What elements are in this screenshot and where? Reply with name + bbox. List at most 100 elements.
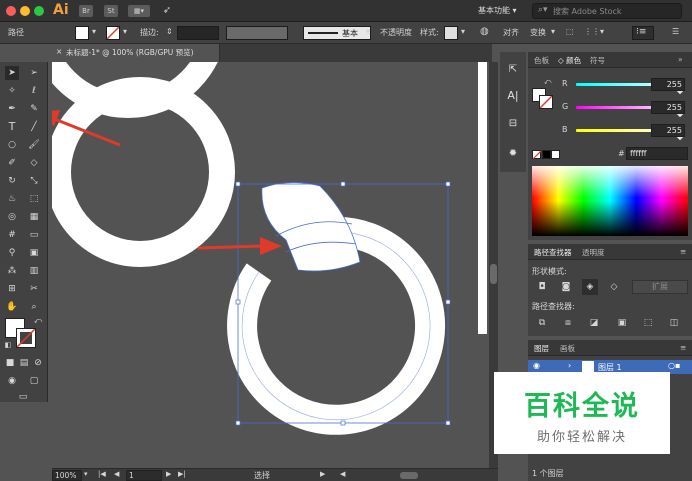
line-segment-tool-icon[interactable]: ╱: [27, 120, 41, 134]
blend-tool-icon[interactable]: ▣: [27, 246, 41, 260]
artboard-canvas[interactable]: [52, 62, 488, 468]
align-button[interactable]: 对齐: [503, 27, 519, 38]
magic-wand-tool-icon[interactable]: ✧: [5, 84, 19, 98]
isolate-object-icon[interactable]: ⬚: [566, 27, 574, 36]
stock-button[interactable]: St: [104, 5, 118, 17]
scroll-left-icon[interactable]: ◀: [340, 470, 345, 478]
unite-button-icon[interactable]: ◘: [534, 279, 550, 295]
status-menu-icon[interactable]: ▶: [320, 470, 325, 478]
minus-back-button-icon[interactable]: ◫: [666, 315, 682, 331]
draw-mode-icon[interactable]: ◉: [5, 374, 19, 388]
layer-target-icon[interactable]: ○▪: [668, 361, 680, 370]
artboard-number-field[interactable]: 1: [126, 470, 162, 481]
workspace-switcher[interactable]: 基本功能 ▾: [478, 4, 528, 18]
crop-button-icon[interactable]: ▣: [614, 315, 630, 331]
stroke-weight-input[interactable]: [177, 26, 219, 40]
direct-selection-tool-icon[interactable]: ➢: [27, 66, 41, 80]
white-swatch[interactable]: [551, 150, 560, 159]
paintbrush-tool-icon[interactable]: 🖌: [27, 138, 41, 152]
tab-layers[interactable]: 图层: [534, 343, 549, 354]
tab-artboards[interactable]: 画板: [560, 343, 575, 354]
prev-artboard-icon[interactable]: ◀: [114, 470, 119, 478]
screen-mode-icon[interactable]: ▭: [16, 390, 30, 404]
panel-swap-icon[interactable]: ⤺: [544, 78, 551, 87]
trim-button-icon[interactable]: ⧈: [560, 315, 576, 331]
eyedropper-tool-icon[interactable]: ⚲: [5, 246, 19, 260]
minus-front-button-icon[interactable]: ◙: [558, 279, 574, 295]
rotate-tool-icon[interactable]: ↻: [5, 174, 19, 188]
appearance-panel-icon[interactable]: ✹: [505, 146, 521, 162]
layers-menu-icon[interactable]: ≡: [680, 343, 686, 352]
adobe-stock-search-input[interactable]: ⌕▾ 搜索 Adobe Stock: [532, 3, 682, 19]
stroke-weight-label[interactable]: 描边:: [140, 27, 159, 38]
hand-tool-icon[interactable]: ✋: [5, 300, 19, 314]
draw-behind-icon[interactable]: ▢: [27, 374, 41, 388]
vertical-scroll-thumb[interactable]: [490, 264, 497, 284]
color-mode-icon[interactable]: ■: [3, 356, 17, 370]
fill-swatch[interactable]: [75, 26, 89, 40]
recolor-artwork-icon[interactable]: ◍: [480, 26, 489, 37]
blue-value-input[interactable]: 255: [651, 124, 685, 137]
opacity-label[interactable]: 不透明度: [380, 27, 412, 38]
align-panel-icon[interactable]: ⊟: [505, 116, 521, 132]
pathfinder-menu-icon[interactable]: ≡: [680, 247, 686, 256]
intersect-button-icon[interactable]: ◈: [582, 279, 598, 295]
tab-transparency[interactable]: 透明度: [582, 247, 605, 258]
expand-button[interactable]: 扩展: [632, 280, 688, 294]
export-assets-icon[interactable]: ⇱: [505, 62, 521, 78]
arrange-documents-icon[interactable]: ▦▾: [128, 5, 150, 17]
select-similar-icon[interactable]: ▾: [600, 27, 604, 36]
tab-pathfinder[interactable]: 路径查找器: [534, 247, 572, 258]
transform-dropdown-icon[interactable]: ▾: [551, 27, 555, 36]
character-panel-icon[interactable]: A|: [505, 88, 521, 104]
graphic-style-swatch[interactable]: [444, 26, 458, 40]
visibility-eye-icon[interactable]: ◉: [533, 361, 540, 370]
column-graph-tool-icon[interactable]: ▥: [27, 264, 41, 278]
tab-color[interactable]: ◇ 颜色: [558, 55, 581, 66]
zoom-tool-icon[interactable]: ⌕: [27, 300, 41, 314]
scale-tool-icon[interactable]: ⤡: [27, 174, 41, 188]
warp-tool-icon[interactable]: ♨: [5, 192, 19, 206]
zoom-window-button[interactable]: [34, 6, 44, 16]
red-value-input[interactable]: 255: [651, 78, 685, 91]
mesh-tool-icon[interactable]: #: [5, 228, 19, 242]
tab-swatches[interactable]: 色板: [534, 55, 549, 66]
transform-button[interactable]: 变换: [530, 27, 546, 38]
symbol-sprayer-tool-icon[interactable]: ⁂: [5, 264, 19, 278]
exclude-button-icon[interactable]: ◇: [606, 279, 622, 295]
gradient-tool-icon[interactable]: ▭: [27, 228, 41, 242]
divide-button-icon[interactable]: ⧉: [534, 315, 550, 331]
default-fill-stroke-icon[interactable]: ◧: [1, 338, 15, 352]
horizontal-scroll-thumb[interactable]: [400, 472, 418, 479]
ellipse-tool-icon[interactable]: ○: [5, 138, 19, 152]
stroke-swatch[interactable]: [106, 26, 120, 40]
fill-dropdown-icon[interactable]: ▾: [92, 27, 96, 36]
pen-tool-icon[interactable]: ✒: [5, 102, 19, 116]
distribute-icon[interactable]: ⋮⋮: [584, 27, 600, 36]
color-spectrum[interactable]: [532, 166, 688, 236]
selection-tool-icon[interactable]: ➤: [5, 66, 19, 80]
eraser-tool-icon[interactable]: ◇: [27, 156, 41, 170]
lasso-tool-icon[interactable]: ℓ: [27, 84, 41, 98]
bridge-button[interactable]: Br: [79, 5, 93, 17]
swap-fill-stroke-icon[interactable]: ⤺: [31, 314, 45, 328]
panel-stroke-box[interactable]: [539, 95, 553, 109]
first-artboard-icon[interactable]: |◀: [98, 470, 106, 478]
close-tab-icon[interactable]: ×: [56, 47, 62, 56]
brush-dropdown-icon[interactable]: ▾: [366, 27, 370, 36]
panel-collapse-icon[interactable]: »: [678, 55, 683, 64]
brush-definition-select[interactable]: 基本: [303, 26, 371, 40]
stroke-weight-stepper-icon[interactable]: ⇕: [166, 27, 173, 36]
free-transform-tool-icon[interactable]: ⬚: [27, 192, 41, 206]
hex-input[interactable]: ffffff: [626, 147, 688, 160]
zoom-level-field[interactable]: 100%: [52, 470, 82, 481]
zoom-dropdown-icon[interactable]: ▾: [84, 470, 88, 478]
last-artboard-icon[interactable]: ▶|: [178, 470, 186, 478]
black-swatch[interactable]: [542, 150, 551, 159]
cut-segment-shape[interactable]: [261, 182, 361, 272]
gpu-rocket-icon[interactable]: ➶: [160, 5, 174, 17]
merge-button-icon[interactable]: ◪: [586, 315, 602, 331]
outline-button-icon[interactable]: ⬚: [640, 315, 656, 331]
gradient-mode-icon[interactable]: ▤: [17, 356, 31, 370]
stroke-dropdown-icon[interactable]: ▾: [123, 27, 127, 36]
